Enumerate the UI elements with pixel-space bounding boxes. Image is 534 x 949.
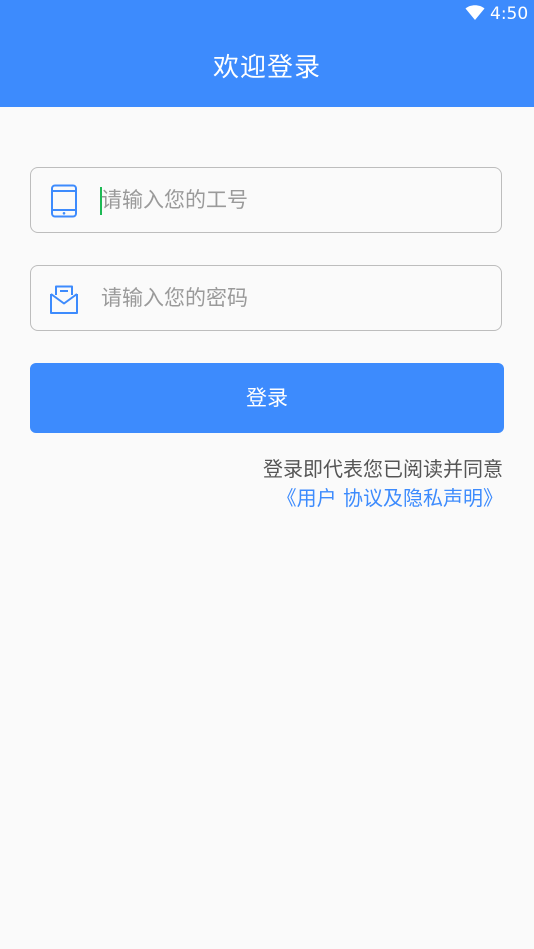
status-time: 4:50 — [490, 4, 529, 24]
envelope-icon — [50, 285, 78, 314]
app-header: 4:50 欢迎登录 — [0, 0, 534, 107]
employee-id-field[interactable] — [30, 167, 502, 233]
page-title: 欢迎登录 — [212, 53, 321, 83]
employee-id-input[interactable] — [101, 168, 481, 232]
wifi-icon — [465, 5, 485, 20]
status-bar: 4:50 — [0, 0, 534, 28]
user-agreement-link[interactable]: 《用户 协议及隐私声明》 — [277, 484, 503, 512]
password-field[interactable] — [30, 265, 502, 331]
agreement-notice: 登录即代表您已阅读并同意 — [263, 457, 503, 481]
password-input[interactable] — [101, 266, 481, 330]
tablet-icon — [51, 184, 77, 218]
login-button[interactable]: 登录 — [30, 363, 504, 433]
